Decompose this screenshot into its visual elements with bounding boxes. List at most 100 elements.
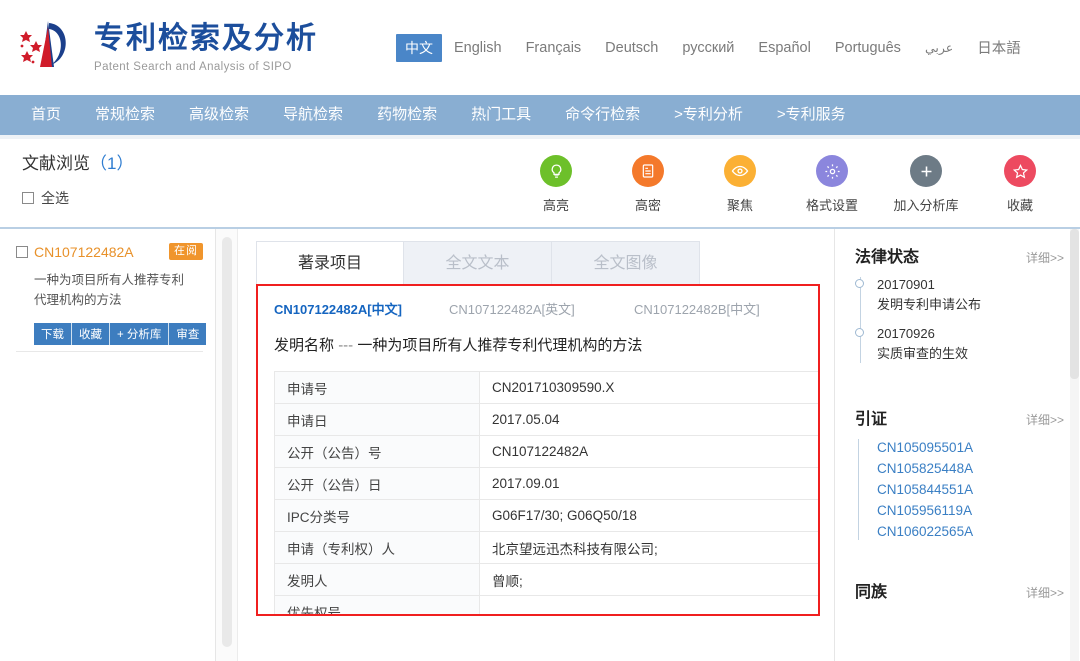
tool-add-to-library[interactable]: 加入分析库 xyxy=(878,155,974,214)
field-value: 曾顺; xyxy=(479,563,818,596)
bulb-icon xyxy=(540,155,572,187)
field-label: 优先权号 xyxy=(274,595,480,614)
legal-status-header: 法律状态 详细>> xyxy=(855,243,1064,267)
tool-highlight-label: 高亮 xyxy=(542,198,569,213)
document-actions: 下载 收藏 + 分析库 审查 xyxy=(34,323,207,345)
nav-item-home[interactable]: 首页 xyxy=(14,95,78,135)
site-header: 专利检索及分析 Patent Search and Analysis of SI… xyxy=(0,0,1080,95)
nav-item-regular-search[interactable]: 常规检索 xyxy=(78,95,172,135)
family-header: 同族 详细>> xyxy=(855,578,1064,602)
favorite-button[interactable]: 收藏 xyxy=(72,323,110,345)
field-value: 2017.09.01 xyxy=(479,467,818,500)
list-divider xyxy=(16,351,203,352)
tab-fullimage[interactable]: 全文图像 xyxy=(552,241,700,285)
page-scrollbar[interactable] xyxy=(1070,229,1079,661)
citation-link[interactable]: CN106022565A xyxy=(877,521,1064,542)
lang-en[interactable]: English xyxy=(442,36,514,60)
field-value xyxy=(479,595,818,614)
info-sidebar: 法律状态 详细>> 20170901 发明专利申请公布 20170926 实质审… xyxy=(834,229,1080,661)
tool-highlight[interactable]: 高亮 xyxy=(510,155,602,214)
tool-focus-label: 聚焦 xyxy=(726,198,753,213)
document-detail-panel: 著录项目 全文文本 全文图像 CN107122482A[中文] CN107122… xyxy=(238,229,834,661)
citation-link[interactable]: CN105825448A xyxy=(877,458,1064,479)
table-row: 申请号 CN201710309590.X xyxy=(274,371,818,404)
document-header: CN107122482A 在阅 xyxy=(16,243,203,260)
tool-format-settings-label: 格式设置 xyxy=(805,198,858,213)
invention-name-label: 发明名称 xyxy=(274,337,335,354)
tool-favorite-label: 收藏 xyxy=(1006,198,1033,213)
nav-item-patent-analysis[interactable]: >专利分析 xyxy=(657,95,760,135)
legal-event-date: 20170926 xyxy=(877,326,935,341)
tool-add-to-library-label: 加入分析库 xyxy=(893,198,959,213)
tool-favorite[interactable]: 收藏 xyxy=(974,155,1066,214)
field-value: G06F17/30; G06Q50/18 xyxy=(479,499,818,532)
document-checkbox[interactable] xyxy=(16,245,28,258)
field-label: 申请号 xyxy=(274,371,480,404)
review-button[interactable]: 审查 xyxy=(169,323,207,345)
publication-cn-a[interactable]: CN107122482A[中文] xyxy=(274,299,449,318)
citations-more-link[interactable]: 详细>> xyxy=(1026,411,1064,428)
content-body: CN107122482A 在阅 一种为项目所有人推荐专利代理机构的方法 下载 收… xyxy=(0,229,1080,661)
lang-pt[interactable]: Português xyxy=(823,36,913,60)
lang-de[interactable]: Deutsch xyxy=(593,36,670,60)
citation-link[interactable]: CN105844551A xyxy=(877,479,1064,500)
table-row: IPC分类号 G06F17/30; G06Q50/18 xyxy=(274,499,818,532)
lang-zh[interactable]: 中文 xyxy=(396,33,442,62)
nav-item-navigation-search[interactable]: 导航检索 xyxy=(266,95,360,135)
download-button[interactable]: 下载 xyxy=(34,323,72,345)
legal-status-more-link[interactable]: 详细>> xyxy=(1026,249,1064,266)
tool-density[interactable]: 高密 xyxy=(602,155,694,214)
sipo-p-logo-icon xyxy=(18,17,80,79)
field-value: CN201710309590.X xyxy=(479,371,818,404)
field-label: 发明人 xyxy=(274,563,480,596)
list-item[interactable]: CN107122482A 在阅 一种为项目所有人推荐专利代理机构的方法 下载 收… xyxy=(16,243,207,345)
tool-actions: 高亮 高密 聚焦 格式设置 加入分析库 收藏 xyxy=(510,155,1066,214)
citation-link[interactable]: CN105095501A xyxy=(877,437,1064,458)
app-page: 专利检索及分析 Patent Search and Analysis of SI… xyxy=(0,0,1080,661)
list-item: 20170901 发明专利申请公布 xyxy=(855,275,1064,314)
document-icon xyxy=(632,155,664,187)
nav-item-drug-search[interactable]: 药物检索 xyxy=(360,95,454,135)
publication-cn-b[interactable]: CN107122482B[中文] xyxy=(634,299,760,318)
tool-focus[interactable]: 聚焦 xyxy=(694,155,786,214)
table-row: 公开（公告）号 CN107122482A xyxy=(274,435,818,468)
lang-ru[interactable]: русский xyxy=(670,36,746,60)
table-row: 发明人 曾顺; xyxy=(274,563,818,596)
page-scrollbar-thumb[interactable] xyxy=(1070,229,1079,379)
invention-name-dashes: --- xyxy=(338,337,354,354)
status-badge: 在阅 xyxy=(169,243,203,260)
lang-fr[interactable]: Français xyxy=(514,36,594,60)
lang-es[interactable]: Español xyxy=(746,36,822,60)
select-all-checkbox[interactable] xyxy=(22,192,34,204)
tool-density-label: 高密 xyxy=(634,198,661,213)
field-label: 公开（公告）日 xyxy=(274,467,480,500)
document-toolbar: 文献浏览（1） 全选 高亮 高密 聚焦 格式设置 加入分析库 收藏 xyxy=(0,139,1080,229)
document-id-link[interactable]: CN107122482A xyxy=(34,244,134,260)
tab-fulltext[interactable]: 全文文本 xyxy=(404,241,552,285)
lang-ja[interactable]: 日本語 xyxy=(965,33,1033,62)
nav-item-command-search[interactable]: 命令行检索 xyxy=(548,95,657,135)
document-title: 一种为项目所有人推荐专利代理机构的方法 xyxy=(34,273,185,307)
nav-item-advanced-search[interactable]: 高级检索 xyxy=(172,95,266,135)
tool-format-settings[interactable]: 格式设置 xyxy=(786,155,878,214)
brand-text: 专利检索及分析 Patent Search and Analysis of SI… xyxy=(94,22,318,73)
citation-link[interactable]: CN105956119A xyxy=(877,500,1064,521)
timeline-dot-icon xyxy=(855,328,864,337)
family-more-link[interactable]: 详细>> xyxy=(1026,584,1064,601)
publication-en-a[interactable]: CN107122482A[英文] xyxy=(449,299,634,318)
bibliographic-table: 申请号 CN201710309590.X 申请日 2017.05.04 公开（公… xyxy=(274,371,818,614)
nav-item-popular-tools[interactable]: 热门工具 xyxy=(454,95,548,135)
list-scrollbar-thumb[interactable] xyxy=(221,237,232,647)
document-list-panel: CN107122482A 在阅 一种为项目所有人推荐专利代理机构的方法 下载 收… xyxy=(0,229,216,661)
lang-ar[interactable]: عربي xyxy=(913,36,965,59)
plus-icon xyxy=(910,155,942,187)
brand-logo[interactable]: 专利检索及分析 Patent Search and Analysis of SI… xyxy=(18,17,318,79)
nav-item-patent-service[interactable]: >专利服务 xyxy=(760,95,863,135)
invention-name-row: 发明名称 --- 一种为项目所有人推荐专利代理机构的方法 xyxy=(258,322,818,371)
tab-bibliographic[interactable]: 著录项目 xyxy=(256,241,404,285)
gear-icon xyxy=(816,155,848,187)
list-item: 20170926 实质审查的生效 xyxy=(855,324,1064,363)
add-library-button[interactable]: + 分析库 xyxy=(110,323,170,345)
field-label: 申请（专利权）人 xyxy=(274,531,480,564)
list-scrollbar[interactable] xyxy=(216,229,238,661)
